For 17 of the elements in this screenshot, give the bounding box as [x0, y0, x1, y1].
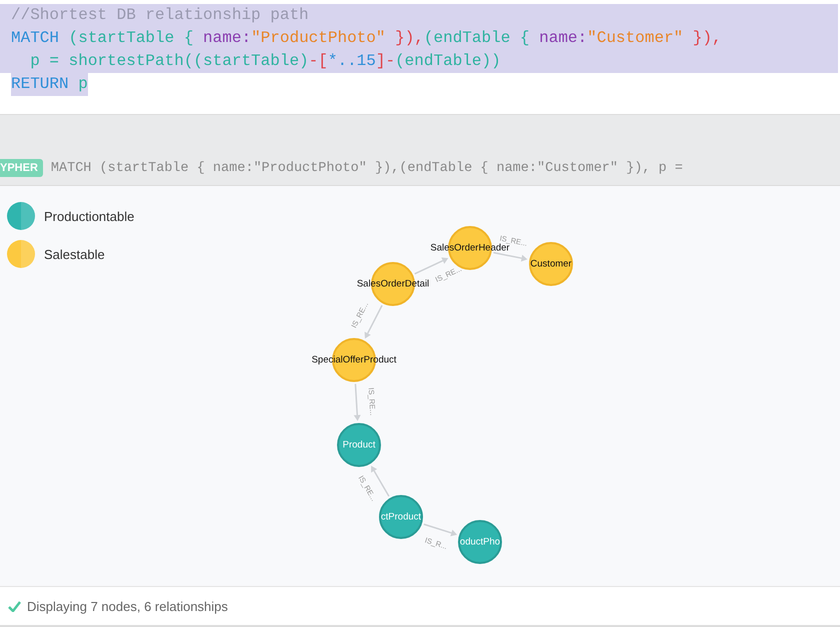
node-label: Product — [342, 440, 376, 451]
graph-node[interactable] — [529, 242, 573, 286]
node-label: ctProduct — [380, 512, 422, 523]
legend-label[interactable]: Productiontable — [44, 208, 134, 224]
check-icon — [8, 600, 21, 612]
legend-label[interactable]: Salestable — [44, 246, 105, 262]
query-text: MATCH (startTable { name:"ProductPhoto" }),(endTable { name:"Customer" }), p = — [50, 160, 683, 176]
node-label: oductPho — [460, 536, 500, 548]
relationship-arrow — [354, 384, 361, 422]
graph-node[interactable] — [337, 423, 381, 467]
relationship-arrow — [493, 252, 528, 262]
graph-node[interactable] — [458, 520, 502, 564]
cypher-badge: YPHER — [0, 159, 43, 177]
relationship-arrow — [424, 524, 458, 536]
graph-node[interactable] — [379, 495, 423, 539]
status-text: Displaying 7 nodes, 6 relationships — [27, 598, 228, 614]
node-label: Customer — [530, 258, 572, 270]
